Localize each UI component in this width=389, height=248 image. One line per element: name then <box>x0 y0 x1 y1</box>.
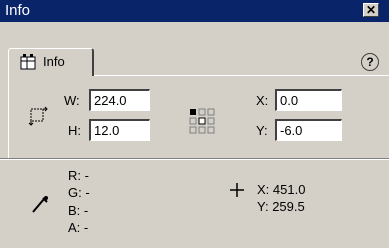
alpha-label: A: - <box>68 220 89 235</box>
eyedropper-icon <box>32 196 48 213</box>
window-title: Info <box>5 2 31 19</box>
blue-value: - <box>83 203 89 218</box>
x-field[interactable]: 0.0 <box>275 89 342 111</box>
close-button[interactable]: ✕ <box>363 3 379 17</box>
info-panel: Info ✕ Info ? W: 224.0 H: 12.0 X: 0.0 Y:… <box>0 0 389 248</box>
cursor-x-value: 451.0 <box>272 182 306 197</box>
cursor-x-readout: X: 451.0 <box>257 182 306 197</box>
width-field[interactable]: 224.0 <box>89 89 150 111</box>
help-icon: ? <box>366 55 374 69</box>
y-label: Y: <box>256 123 268 138</box>
height-label: H: <box>68 123 81 138</box>
cursor-y-readout: Y: 259.5 <box>257 199 305 214</box>
y-field[interactable]: -6.0 <box>275 119 342 141</box>
blue-label: B: - <box>68 203 89 218</box>
section-divider <box>0 158 389 160</box>
crosshair-icon <box>230 183 244 197</box>
info-panel-icon <box>20 54 36 70</box>
alpha-value: - <box>83 220 89 235</box>
width-label: W: <box>64 93 80 108</box>
green-label: G: - <box>68 185 90 200</box>
size-icon <box>28 106 48 126</box>
tab-label: Info <box>43 54 65 69</box>
cursor-y-value: 259.5 <box>272 199 305 214</box>
height-field[interactable]: 12.0 <box>89 119 150 141</box>
help-button[interactable]: ? <box>361 53 379 71</box>
x-label: X: <box>256 93 269 108</box>
red-value: - <box>84 168 89 183</box>
close-icon: ✕ <box>365 3 377 17</box>
tab-info[interactable]: Info <box>8 48 94 76</box>
title-bar[interactable]: Info ✕ <box>0 0 389 22</box>
red-label: R: - <box>68 168 89 183</box>
registration-point-grid-icon[interactable] <box>189 108 215 134</box>
green-value: - <box>85 185 90 200</box>
